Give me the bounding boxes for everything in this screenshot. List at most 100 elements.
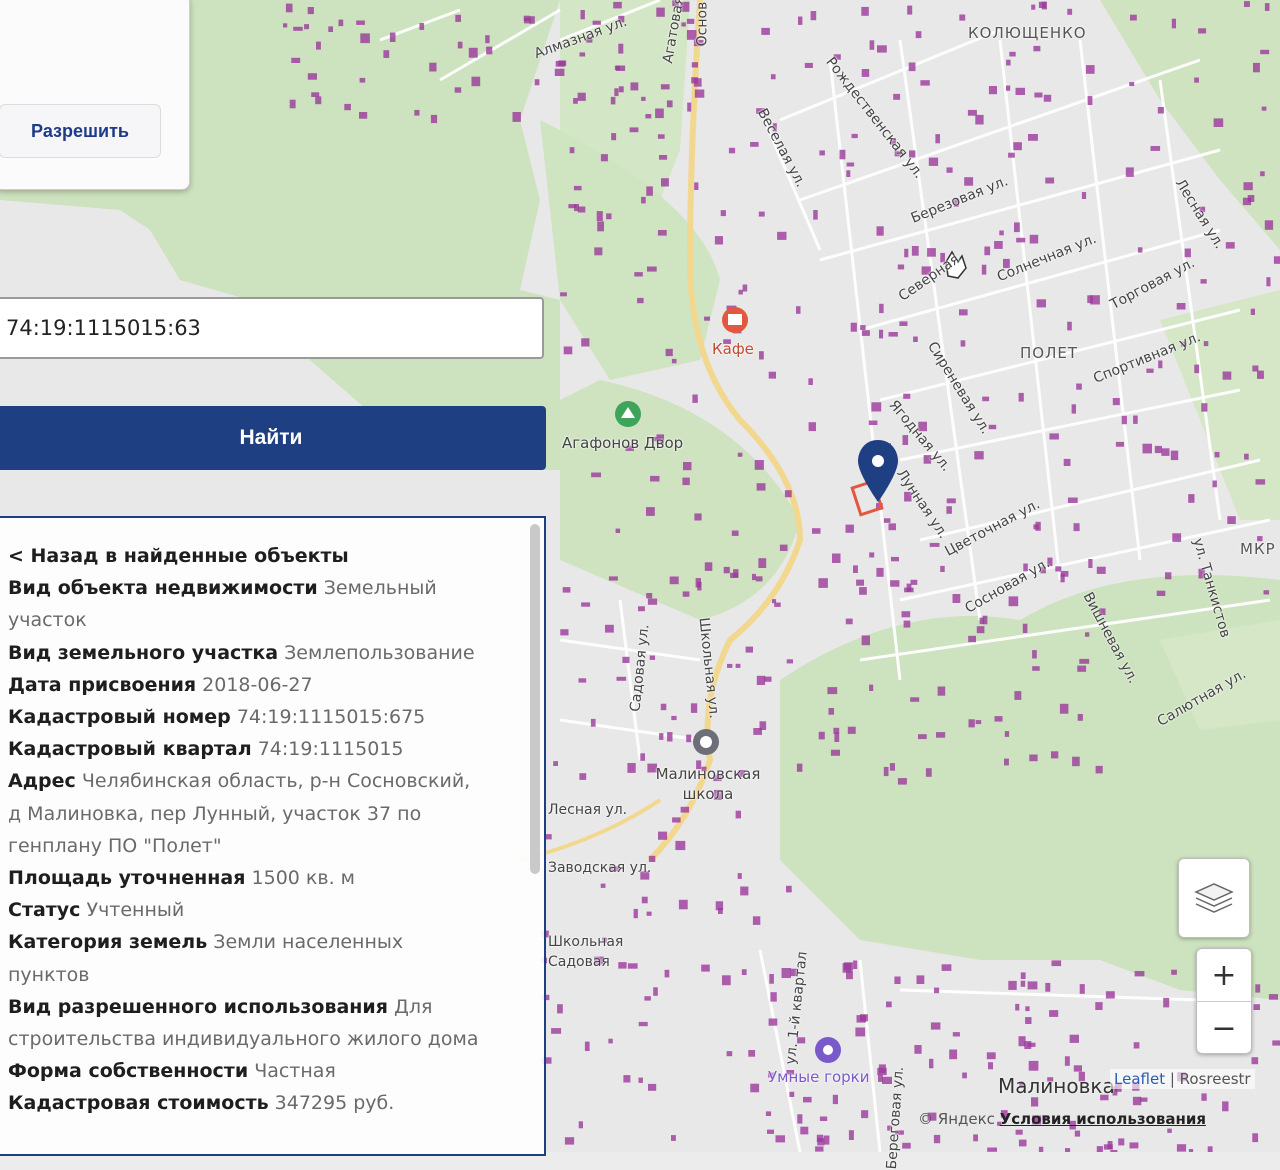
building (987, 1052, 996, 1059)
building (862, 330, 870, 336)
building (1016, 88, 1026, 95)
building (831, 750, 840, 756)
building (641, 197, 646, 204)
building (776, 1135, 786, 1142)
building (1265, 3, 1270, 11)
building (574, 186, 582, 190)
building (780, 545, 788, 551)
building (681, 807, 689, 813)
building (809, 422, 816, 431)
building (579, 678, 587, 682)
zoom-out-button[interactable]: − (1197, 1001, 1251, 1054)
building (659, 733, 663, 740)
building (315, 96, 321, 104)
building (999, 231, 1004, 236)
building (871, 402, 881, 411)
poi-label-school[interactable]: Малиновская школа (648, 764, 768, 804)
building (613, 2, 622, 8)
building (898, 265, 904, 270)
building (953, 1032, 960, 1036)
building (675, 841, 685, 850)
building (1014, 222, 1020, 232)
building (472, 77, 481, 87)
building (824, 1136, 830, 1145)
building (1256, 479, 1266, 484)
building (290, 100, 296, 109)
building (846, 619, 853, 625)
building (758, 558, 766, 568)
building (667, 732, 672, 741)
poi-label-cafe[interactable]: Кафе (712, 340, 754, 358)
info-field-key: Форма собственности (8, 1060, 248, 1082)
yandex-copyright: © Яндекс (918, 1110, 995, 1128)
building (578, 93, 586, 101)
building (833, 728, 839, 734)
search-button[interactable]: Найти (0, 406, 546, 470)
info-scrollbar[interactable] (530, 524, 540, 874)
building (639, 1022, 648, 1026)
building (601, 154, 608, 161)
allow-button[interactable]: Разрешить (0, 104, 161, 158)
building (1064, 459, 1071, 466)
building (601, 884, 606, 888)
building (722, 975, 731, 985)
building (1077, 666, 1086, 672)
zoom-in-button[interactable]: + (1197, 949, 1251, 1001)
building (1072, 404, 1076, 413)
school-icon[interactable] (693, 729, 719, 755)
building (455, 15, 461, 22)
building (789, 1092, 794, 1097)
info-field-key: Кадастровый номер (8, 706, 231, 728)
building (286, 4, 293, 13)
building (903, 435, 909, 445)
building (645, 114, 651, 118)
cadastral-search-input[interactable] (0, 297, 544, 359)
building (687, 19, 694, 24)
building (1260, 50, 1269, 54)
building (597, 221, 604, 231)
building (591, 473, 601, 478)
poi-label-farm[interactable]: Агафонов Двор (562, 434, 683, 452)
building (1151, 146, 1161, 151)
back-to-results-link[interactable]: < Назад в найденные объекты (8, 545, 349, 567)
building (616, 66, 625, 72)
building (817, 1135, 823, 1142)
info-field-value: 1500 кв. м (252, 867, 355, 889)
building (739, 290, 743, 295)
leaflet-link[interactable]: Leaflet (1114, 1070, 1165, 1088)
info-field-row: Площадь уточненная 1500 кв. м (8, 862, 488, 894)
building (953, 594, 961, 603)
building (891, 557, 899, 561)
building (964, 177, 973, 186)
building (833, 1095, 838, 1104)
building (736, 811, 741, 819)
building (691, 77, 698, 83)
info-field-key: Кадастровый квартал (8, 738, 252, 760)
building (800, 1127, 808, 1135)
building (1126, 167, 1134, 177)
building (637, 298, 644, 303)
building (1049, 1010, 1058, 1017)
building (1243, 198, 1251, 205)
building (771, 74, 776, 79)
building (834, 733, 839, 743)
terms-of-use-link[interactable]: Условия использования (1000, 1110, 1206, 1128)
attraction-icon[interactable] (815, 1037, 841, 1063)
building (936, 732, 945, 738)
layers-button[interactable] (1178, 858, 1250, 938)
cafe-icon[interactable] (722, 307, 748, 333)
poi-label-hills[interactable]: Умные горки (768, 1068, 870, 1086)
farm-icon[interactable] (615, 401, 641, 427)
building (1158, 107, 1164, 114)
building (1198, 28, 1206, 33)
building (877, 45, 887, 52)
building (787, 659, 793, 663)
info-field-key: Статус (8, 899, 80, 921)
building (644, 996, 651, 1000)
building (808, 378, 813, 385)
info-field-value: 74:19:1115015 (258, 738, 404, 760)
building (1096, 766, 1103, 774)
building (884, 767, 889, 776)
building (565, 1137, 574, 1144)
building (827, 687, 837, 694)
